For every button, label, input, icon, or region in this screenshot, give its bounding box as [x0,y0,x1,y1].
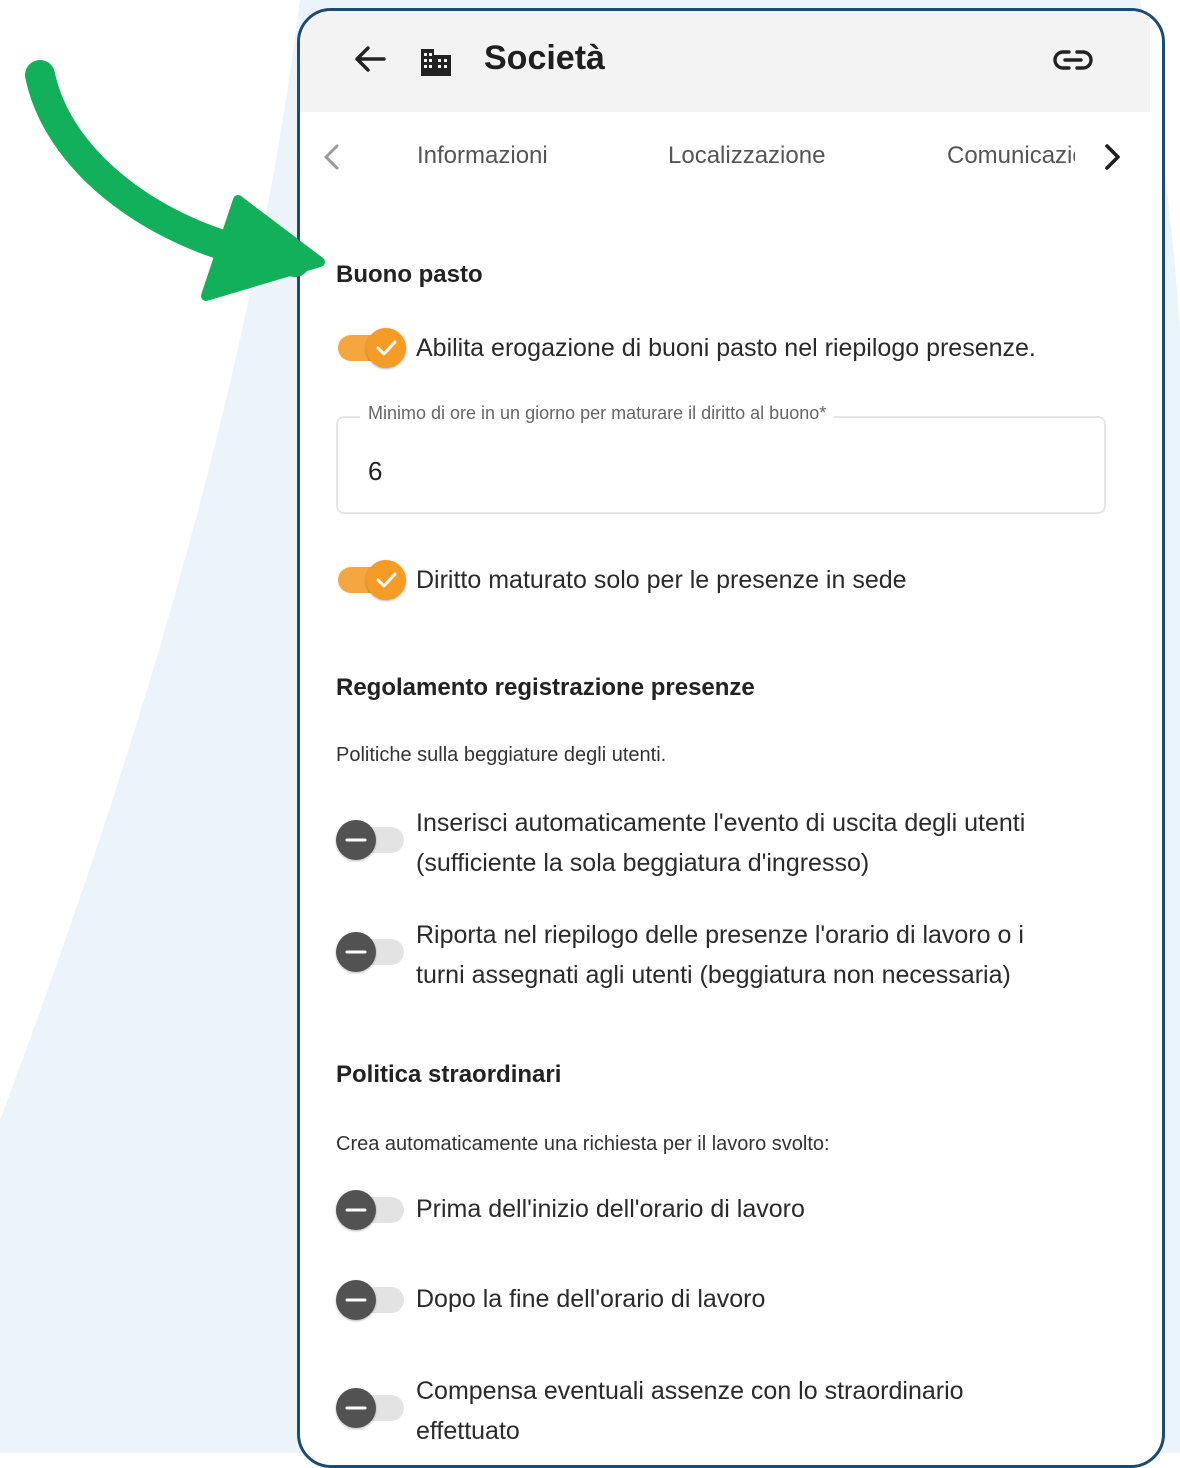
compensate-absences-row: Compensa eventuali assenze con lo straor… [336,1371,1136,1453]
compensate-absences-label-line2: effettuato [416,1417,520,1445]
onsite-only-row: Diritto maturato solo per le presenze in… [336,557,1136,603]
checkmark-icon [376,572,397,588]
report-schedule-label-line1: Riporta nel riepilogo delle presenze l'o… [416,921,1024,949]
after-work-row: Dopo la fine dell'orario di lavoro [336,1277,1136,1323]
tab-localizzazione[interactable]: Localizzazione [668,142,825,170]
minus-icon [345,1298,367,1302]
building-icon [421,49,451,76]
report-schedule-label: Riporta nel riepilogo delle presenze l'o… [416,915,1136,995]
pointer-arrow-icon [25,60,325,301]
before-work-label: Prima dell'inizio dell'orario di lavoro [416,1195,805,1223]
minus-icon [345,950,367,954]
page-title: Società [484,39,605,77]
auto-exit-label-line2: (sufficiente la sola beggiatura d'ingres… [416,849,870,877]
compensate-absences-label: Compensa eventuali assenze con lo straor… [416,1371,1136,1451]
overtime-title: Politica straordinari [336,1061,562,1088]
auto-exit-label-line1: Inserisci automaticamente l'evento di us… [416,809,1026,837]
minus-icon [345,1406,367,1410]
before-work-toggle[interactable] [336,1187,406,1233]
chevron-right-icon[interactable] [1100,142,1124,172]
enable-meal-voucher-label: Abilita erogazione di buoni pasto nel ri… [416,334,1036,362]
auto-exit-label: Inserisci automaticamente l'evento di us… [416,803,1136,883]
report-schedule-row: Riporta nel riepilogo delle presenze l'o… [336,915,1136,997]
after-work-label: Dopo la fine dell'orario di lavoro [416,1285,766,1313]
tab-informazioni[interactable]: Informazioni [417,142,548,170]
app-bar: Società [300,11,1150,112]
auto-exit-row: Inserisci automaticamente l'evento di us… [336,803,1136,885]
attendance-rules-title: Regolamento registrazione presenze [336,674,755,701]
enable-meal-voucher-row: Abilita erogazione di buoni pasto nel ri… [336,325,1136,371]
onsite-only-toggle[interactable] [336,557,406,603]
min-hours-input[interactable] [368,456,668,487]
min-hours-label: Minimo di ore in un giorno per maturare … [360,403,835,424]
minus-icon [345,1208,367,1212]
auto-exit-toggle[interactable] [336,817,406,863]
onsite-only-label: Diritto maturato solo per le presenze in… [416,566,907,594]
after-work-toggle[interactable] [336,1277,406,1323]
compensate-absences-toggle[interactable] [336,1385,406,1431]
min-hours-field: Minimo di ore in un giorno per maturare … [336,403,1106,514]
before-work-row: Prima dell'inizio dell'orario di lavoro [336,1187,1136,1233]
report-schedule-label-line2: turni assegnati agli utenti (beggiatura … [416,961,1011,989]
tab-comunicazione[interactable]: Comunicazione [947,142,1075,170]
report-schedule-toggle[interactable] [336,929,406,975]
attendance-rules-description: Politiche sulla beggiature degli utenti. [336,744,667,766]
link-icon[interactable] [1052,45,1094,75]
compensate-absences-label-line1: Compensa eventuali assenze con lo straor… [416,1377,964,1405]
minus-icon [345,838,367,842]
overtime-description: Crea automaticamente una richiesta per i… [336,1133,830,1155]
phone-frame: Società Informazioni Localizzazione Comu… [297,8,1165,1468]
tab-bar: Informazioni Localizzazione Comunicazion… [300,112,1162,202]
